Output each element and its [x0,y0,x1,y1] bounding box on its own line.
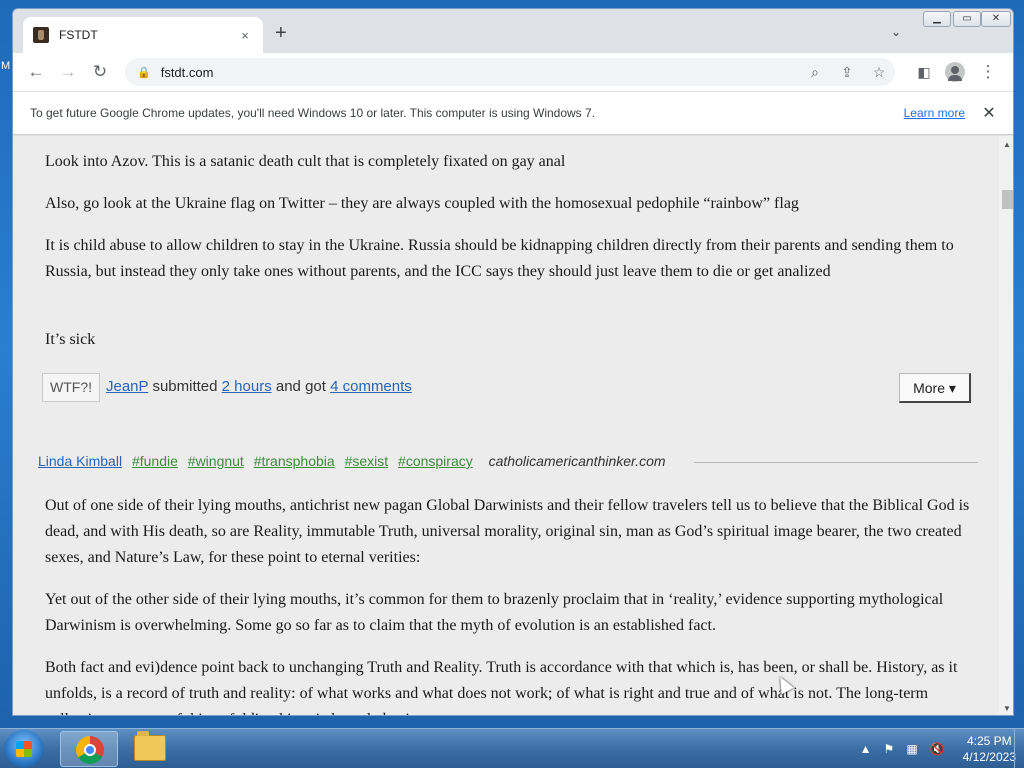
desktop-icon-label: M [1,60,11,72]
page-viewport: Look into Azov. This is a satanic death … [13,136,999,715]
comments-link[interactable]: 4 comments [330,378,412,395]
submitted-label: submitted [152,378,218,395]
post2-tags-row: Linda Kimball #fundie #wingnut #transpho… [38,453,978,473]
show-desktop-button[interactable] [1014,729,1024,768]
network-icon[interactable]: ▦ [906,742,917,756]
scrollbar-thumb[interactable] [1002,190,1013,209]
infobar-message: To get future Google Chrome updates, you… [30,106,596,120]
reload-icon[interactable]: ↻ [89,62,111,82]
learn-more-link[interactable]: Learn more [904,106,965,120]
tag-link[interactable]: #transphobia [254,453,335,469]
submission-info: JeanP submitted 2 hours and got 4 commen… [106,378,412,395]
source-domain: catholicamericanthinker.com [488,453,666,469]
more-dropdown-button[interactable]: More ▾ [899,373,971,403]
and-got-label: and got [275,378,326,395]
time-link[interactable]: 2 hours [222,378,272,395]
desktop-edge: M [0,0,12,728]
scroll-up-arrow-icon[interactable]: ▲ [1003,140,1011,149]
system-tray: ▲ ⚑ ▦ 🔇 4:25 PM 4/12/2023 [854,729,1016,768]
address-bar[interactable]: 🔒 fstdt.com ⌕ ⇪ ☆ [125,58,895,86]
url-text[interactable]: fstdt.com [161,65,799,80]
browser-toolbar: ← → ↻ 🔒 fstdt.com ⌕ ⇪ ☆ ◧ ⋮ [13,53,1013,91]
clock-date: 4/12/2023 [962,750,1016,764]
fstdt-favicon-icon [33,27,49,43]
post1-paragraph: It’s sick [45,331,96,348]
action-center-flag-icon[interactable]: ⚑ [884,742,895,756]
post2-paragraph: Yet out of the other side of their lying… [45,591,944,634]
back-arrow-icon[interactable]: ← [25,62,47,82]
tab-fstdt[interactable]: FSTDT × [23,17,263,53]
tab-search-chevron-icon[interactable]: ⌄ [891,25,901,39]
profile-avatar-icon[interactable] [945,62,965,82]
share-icon[interactable]: ⇪ [831,64,863,81]
taskbar-chrome-button[interactable] [60,731,118,767]
forward-arrow-icon[interactable]: → [57,62,79,82]
post1-footer: WTF?! JeanP submitted 2 hours and got 4 … [42,373,972,403]
update-infobar: To get future Google Chrome updates, you… [13,91,1013,135]
new-tab-button[interactable]: + [275,23,287,43]
window-close-button[interactable]: ✕ [981,11,1011,27]
file-explorer-folder-icon[interactable] [134,731,166,761]
bookmark-star-icon[interactable]: ☆ [863,64,895,81]
infobar-close-icon[interactable]: ✕ [979,103,999,123]
tab-title: FSTDT [59,28,98,42]
vertical-scrollbar[interactable]: ▲ ▼ [999,136,1013,715]
post2-author-link[interactable]: Linda Kimball [38,453,122,469]
side-panel-icon[interactable]: ◧ [913,62,935,82]
show-hidden-icons-arrow-icon[interactable]: ▲ [860,742,872,756]
post1-paragraph: It is child abuse to allow children to s… [45,237,954,280]
tags-divider [694,462,978,463]
minimize-button[interactable]: ▁ [923,11,951,27]
tag-link[interactable]: #sexist [345,453,389,469]
tag-link[interactable]: #wingnut [188,453,244,469]
windows-taskbar: ▲ ⚑ ▦ 🔇 4:25 PM 4/12/2023 [0,728,1024,768]
clock-time: 4:25 PM [966,734,1012,748]
lock-icon[interactable]: 🔒 [137,66,151,79]
chrome-window: FSTDT × + ⌄ ▁ ▭ ✕ ← → ↻ 🔒 fstdt.com ⌕ ⇪ … [12,8,1014,716]
maximize-button[interactable]: ▭ [953,11,981,27]
system-clock[interactable]: 4:25 PM 4/12/2023 [963,733,1016,765]
author-link[interactable]: JeanP [106,378,148,395]
tag-link[interactable]: #fundie [132,453,178,469]
tag-link[interactable]: #conspiracy [398,453,473,469]
post1-paragraph: Look into Azov. This is a satanic death … [45,153,566,170]
zoom-search-icon[interactable]: ⌕ [799,64,831,81]
menu-kebab-icon[interactable]: ⋮ [977,62,999,82]
start-button[interactable] [4,730,44,768]
post1-paragraph: Also, go look at the Ukraine flag on Twi… [45,195,799,212]
tab-strip: FSTDT × + ⌄ ▁ ▭ ✕ [13,9,1013,53]
tab-close-icon[interactable]: × [237,28,253,43]
scroll-down-arrow-icon[interactable]: ▼ [1003,704,1011,713]
wtf-vote-button[interactable]: WTF?! [42,373,100,402]
chrome-logo-icon [76,736,104,764]
post2-paragraph: Out of one side of their lying mouths, a… [45,497,970,566]
volume-muted-icon[interactable]: 🔇 [930,742,945,756]
post2-paragraph: Both fact and evi)dence point back to un… [45,659,958,715]
